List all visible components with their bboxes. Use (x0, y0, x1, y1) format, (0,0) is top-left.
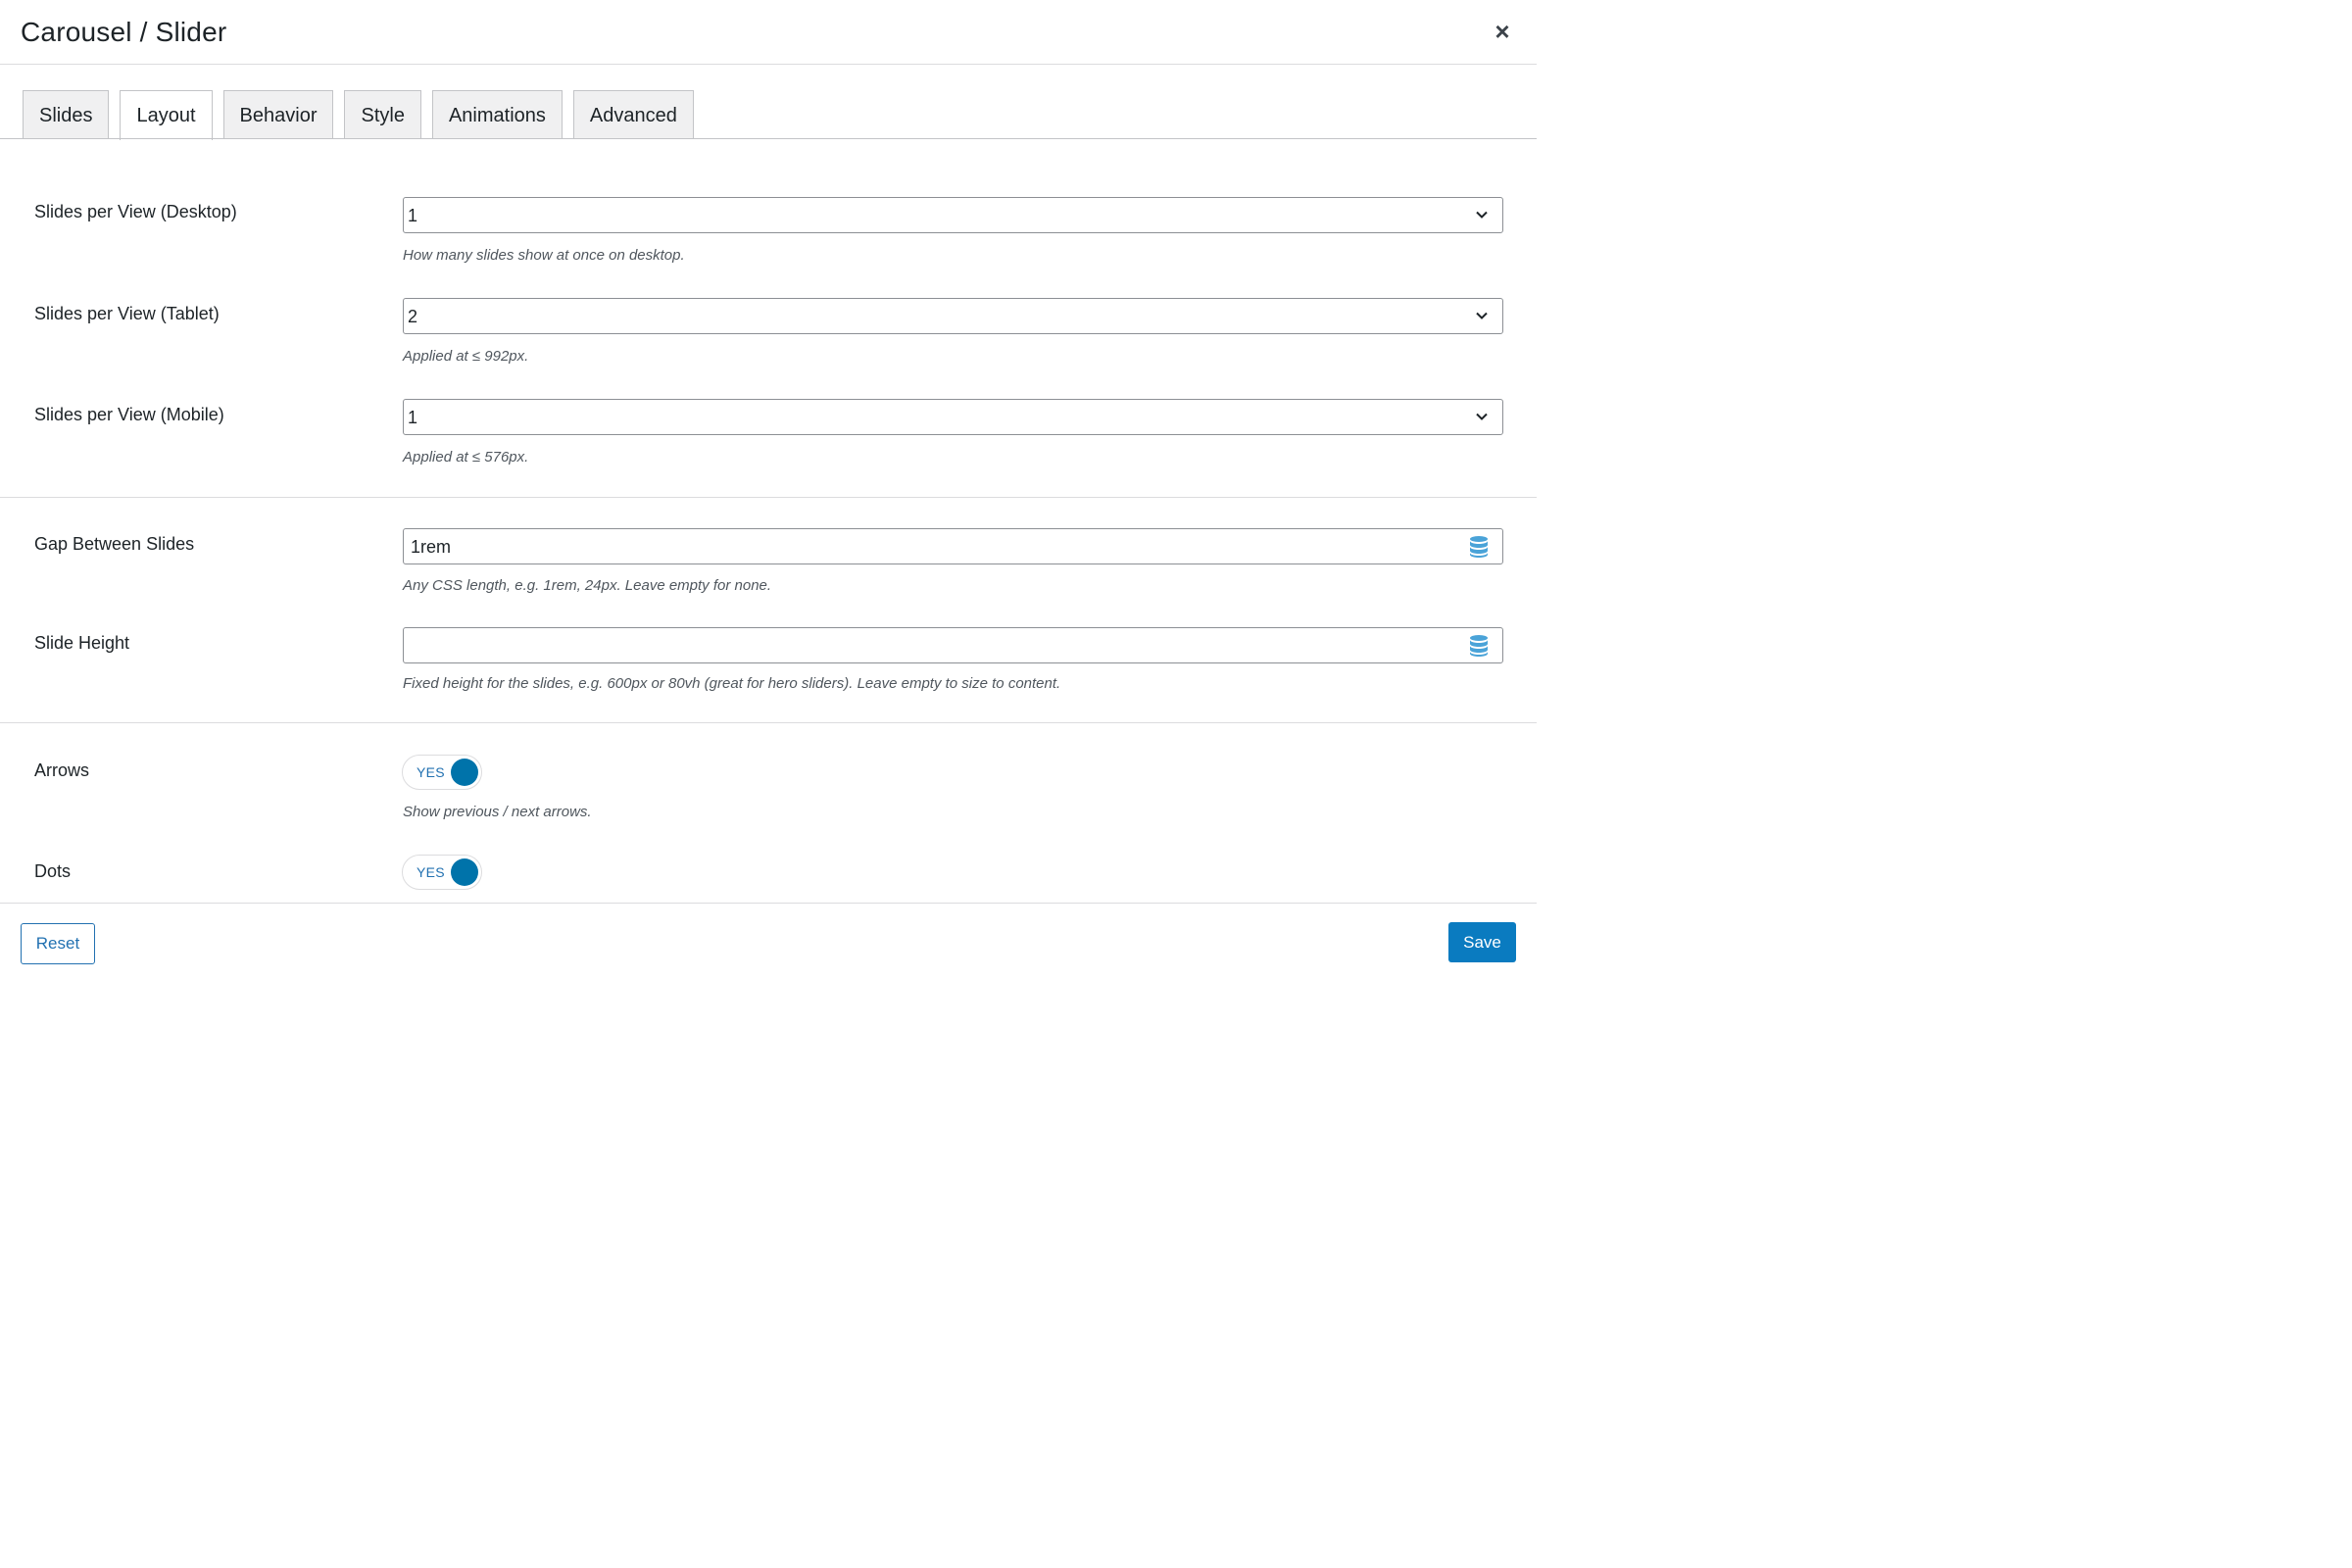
database-icon[interactable] (1469, 535, 1489, 559)
tab-behavior[interactable]: Behavior (222, 90, 334, 139)
desktop-slides-value: 1 (408, 206, 418, 225)
tab-layout[interactable]: Layout (120, 90, 213, 140)
close-icon[interactable]: × (1492, 19, 1513, 44)
dots-label: Dots (34, 861, 72, 881)
toggle-knob (451, 858, 478, 886)
chevron-down-icon (1476, 413, 1488, 420)
database-icon[interactable] (1469, 634, 1489, 658)
tab-slides[interactable]: Slides (23, 90, 110, 139)
tab-style[interactable]: Style (344, 90, 421, 139)
desktop-slides-select[interactable]: 1 (403, 197, 1503, 233)
height-input[interactable] (403, 627, 1503, 663)
dots-toggle-state: YES (416, 864, 445, 880)
arrows-toggle-state: YES (416, 764, 445, 780)
tablet-slides-value: 2 (408, 307, 418, 326)
chevron-down-icon (1476, 211, 1488, 219)
gap-help: Any CSS length, e.g. 1rem, 24px. Leave e… (403, 577, 772, 594)
mobile-slides-help: Applied at ≤ 576px. (403, 449, 529, 466)
arrows-label: Arrows (34, 760, 90, 780)
arrows-toggle[interactable]: YES (402, 755, 482, 790)
dialog-header: Carousel / Slider × (0, 0, 1537, 65)
tablet-slides-label: Slides per View (Tablet) (34, 304, 220, 323)
chevron-down-icon (1476, 312, 1488, 319)
section-divider (0, 722, 1537, 723)
tablet-slides-help: Applied at ≤ 992px. (403, 348, 529, 365)
gap-input[interactable]: 1rem (403, 528, 1503, 564)
mobile-slides-label: Slides per View (Mobile) (34, 405, 224, 424)
tabs-divider (0, 138, 1537, 139)
dots-toggle[interactable]: YES (402, 855, 482, 890)
carousel-settings-dialog: Carousel / Slider × Slides Layout Behavi… (0, 0, 1537, 1024)
height-label: Slide Height (34, 633, 130, 653)
desktop-slides-help: How many slides show at once on desktop. (403, 247, 685, 264)
tab-bar: Slides Layout Behavior Style Animations … (23, 90, 694, 140)
tablet-slides-select[interactable]: 2 (403, 298, 1503, 334)
gap-label: Gap Between Slides (34, 534, 195, 554)
height-help: Fixed height for the slides, e.g. 600px … (403, 675, 1061, 692)
section-divider (0, 497, 1537, 498)
mobile-slides-select[interactable]: 1 (403, 399, 1503, 435)
reset-button[interactable]: Reset (21, 923, 95, 964)
tab-advanced[interactable]: Advanced (572, 90, 694, 139)
footer-divider (0, 903, 1537, 904)
gap-value: 1rem (411, 537, 452, 557)
desktop-slides-label: Slides per View (Desktop) (34, 202, 237, 221)
arrows-help: Show previous / next arrows. (403, 804, 592, 820)
dialog-title: Carousel / Slider (21, 17, 227, 47)
tab-animations[interactable]: Animations (431, 90, 563, 139)
mobile-slides-value: 1 (408, 408, 418, 427)
save-button[interactable]: Save (1448, 922, 1516, 962)
toggle-knob (451, 759, 478, 786)
